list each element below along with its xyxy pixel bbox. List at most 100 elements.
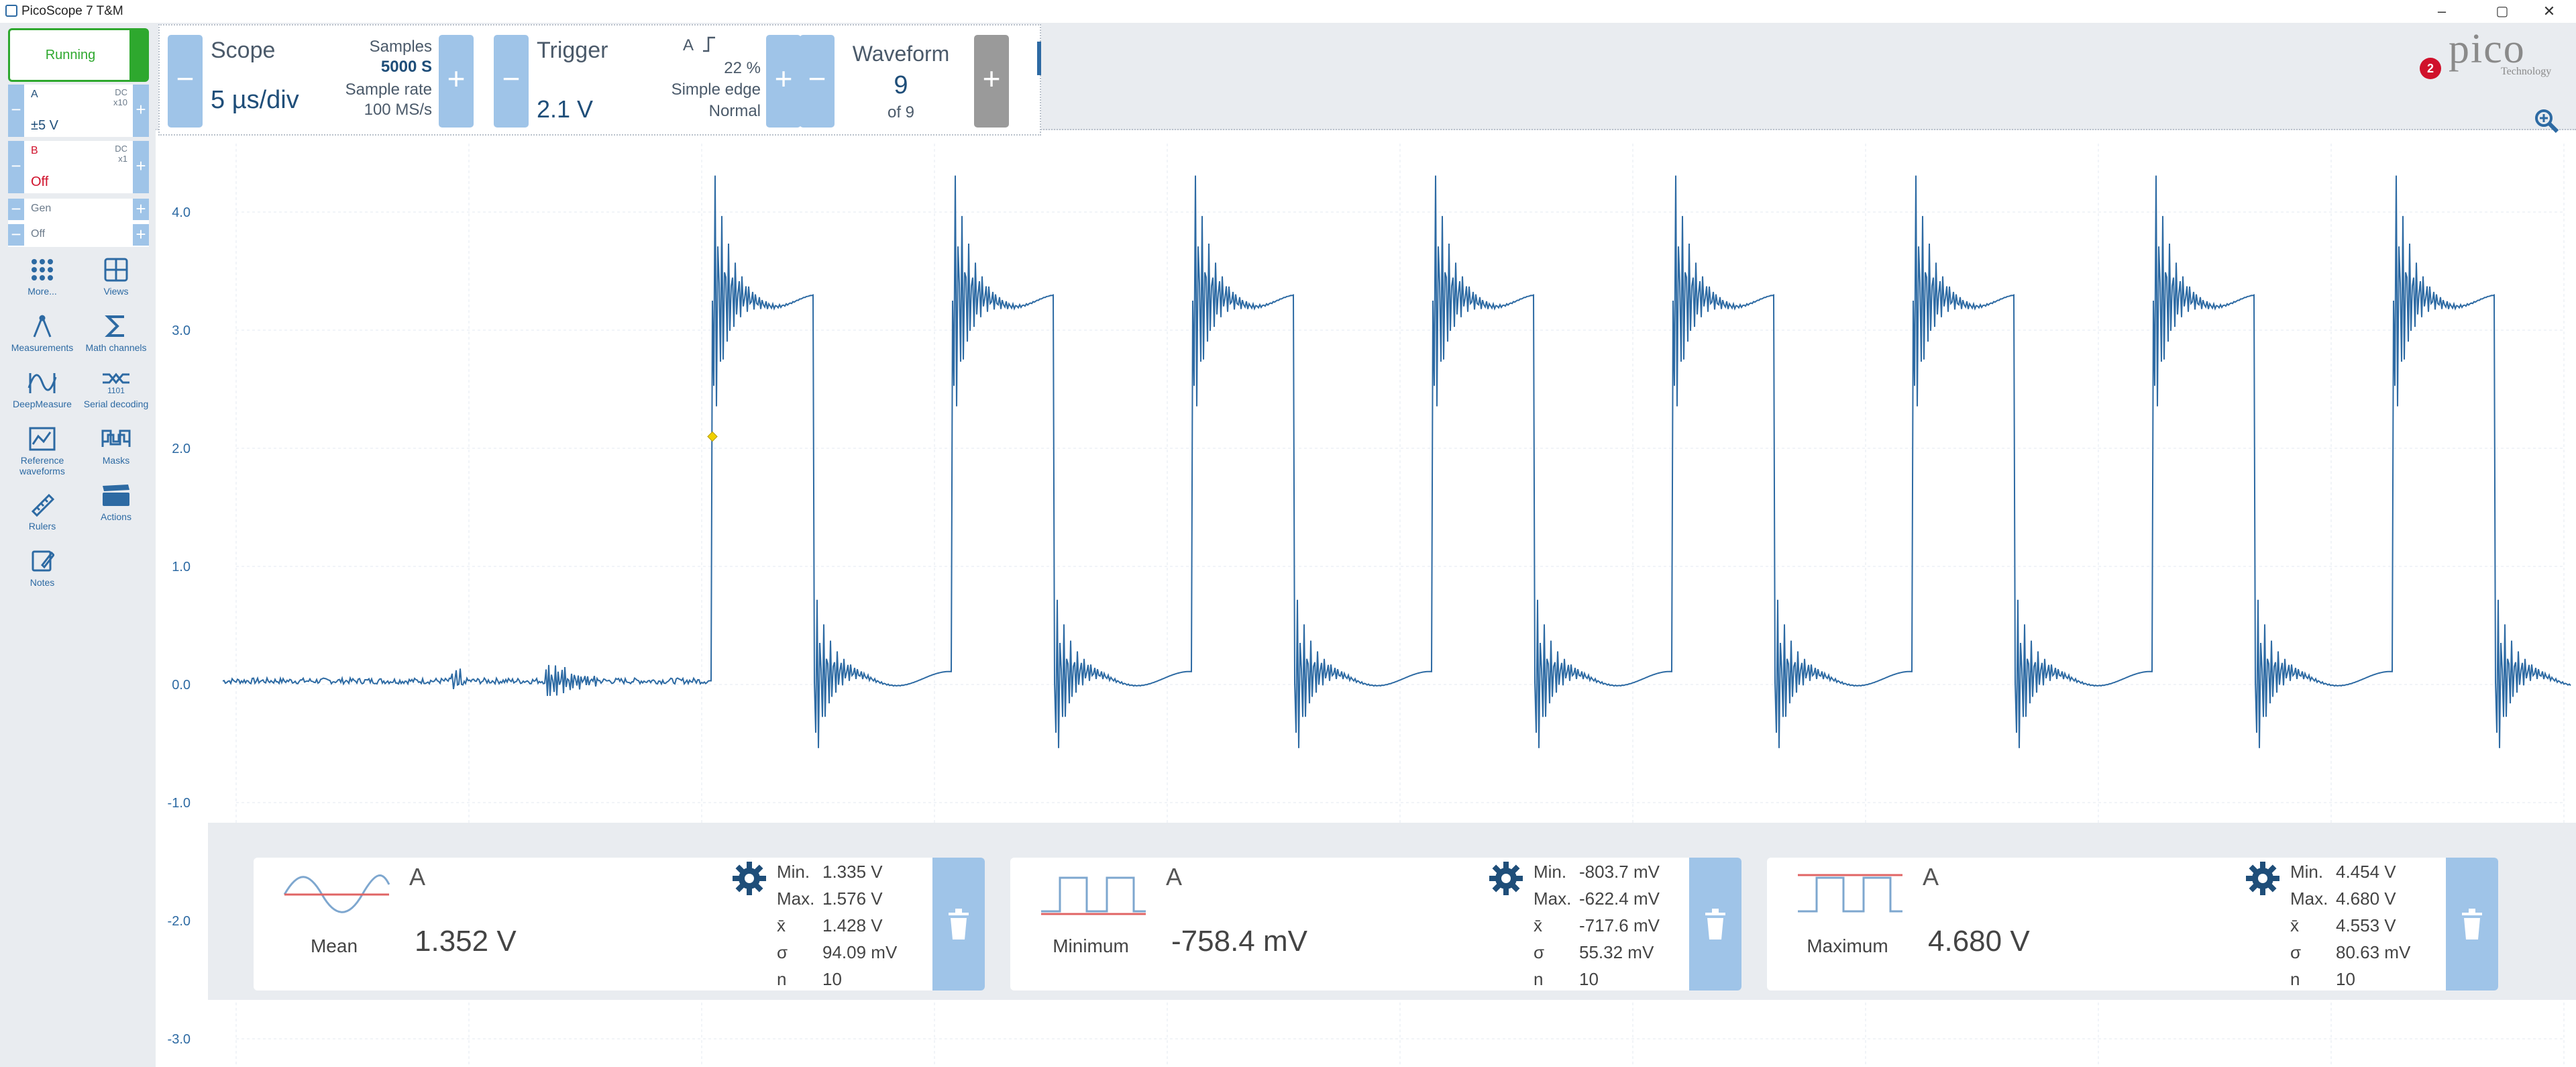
waveform-count: of 9 — [887, 103, 915, 121]
generator-state-decrease[interactable]: − — [8, 224, 24, 246]
measurement-value: 4.680 V — [1928, 925, 2030, 958]
serial-decoding-button[interactable]: 1101 Serial decoding — [79, 370, 153, 409]
channel-b-range-increase[interactable]: + — [133, 141, 149, 193]
notes-button[interactable]: Notes — [5, 549, 79, 588]
trigger-level-decrease-button[interactable]: − — [494, 35, 529, 128]
svg-text:1101: 1101 — [107, 386, 125, 395]
delete-measurement-button[interactable] — [2446, 858, 2498, 990]
generator-state-increase[interactable]: + — [133, 224, 149, 246]
channel-b-coupling: DC x1 — [115, 144, 127, 164]
measurement-type: Minimum — [1053, 935, 1129, 956]
toolbar-panel: − Scope 5 µs/div Samples 5000 S Sample r… — [158, 24, 1041, 136]
channel-a-range-increase[interactable]: + — [133, 85, 149, 137]
channel-a-name: A — [31, 89, 38, 100]
gear-icon[interactable] — [731, 860, 767, 897]
timebase-value[interactable]: 5 µs/div — [211, 86, 299, 115]
run-status-label: Running — [45, 48, 96, 62]
measurement-channel: A — [1923, 863, 1939, 891]
toolbar-scroll-indicator[interactable] — [1037, 42, 1041, 75]
y-tick-label: -2.0 — [168, 914, 191, 929]
maximize-button[interactable]: ▢ — [2482, 1, 2522, 21]
stat-n-value: 10 — [1579, 969, 1599, 989]
measurement-card-minimum[interactable]: A Minimum -758.4 mV Min. -803.7 mV Max. … — [1010, 858, 1741, 990]
timebase-decrease-button[interactable]: − — [168, 35, 203, 128]
stat-n-label: n — [2290, 969, 2300, 989]
trigger-level-value[interactable]: 2.1 V — [537, 95, 593, 123]
delete-measurement-button[interactable] — [1689, 858, 1741, 990]
reference-waveforms-button[interactable]: Reference waveforms — [5, 427, 79, 476]
actions-button[interactable]: Actions — [79, 483, 153, 522]
measurement-type: Mean — [310, 935, 358, 956]
samples-label: Samples — [369, 38, 432, 56]
channel-b-range-decrease[interactable]: − — [8, 141, 24, 193]
stat-sd-label: σ — [2290, 942, 2302, 962]
stat-min-value: -803.7 mV — [1579, 862, 1660, 882]
trigger-mode[interactable]: Normal — [643, 102, 761, 121]
mask-icon — [101, 429, 131, 447]
trigger-label: Trigger — [537, 38, 608, 63]
y-tick-label: 3.0 — [172, 323, 191, 338]
app-icon — [5, 5, 17, 17]
generator-increase[interactable]: + — [133, 199, 149, 220]
waveform-next-button[interactable]: + — [974, 35, 1009, 128]
y-tick-label: 0.0 — [172, 678, 191, 693]
rulers-button[interactable]: Rulers — [5, 493, 79, 531]
sample-rate-value: 100 MS/s — [364, 101, 432, 119]
stat-mean-label: x̄ — [777, 915, 786, 935]
measurement-value: -758.4 mV — [1171, 925, 1307, 958]
gear-icon[interactable] — [2245, 860, 2281, 897]
channel-a-coupling: DC x10 — [113, 87, 127, 107]
math-channels-button[interactable]: Math channels — [79, 314, 153, 353]
deepmeasure-button[interactable]: DeepMeasure — [5, 370, 79, 409]
y-tick-label: 1.0 — [172, 560, 191, 574]
channel-b-control[interactable]: − B DC x1 Off + — [8, 141, 149, 193]
stat-mean-label: x̄ — [2290, 915, 2299, 935]
generator-control[interactable]: − Gen + − Off + — [8, 199, 149, 247]
gear-icon[interactable] — [1488, 860, 1524, 897]
more-tools-label: More... — [28, 286, 57, 297]
stat-sd-value: 80.63 mV — [2336, 942, 2411, 962]
run-stop-button[interactable]: Running — [8, 28, 149, 82]
close-button[interactable]: ✕ — [2529, 1, 2569, 21]
stat-mean-value: 1.428 V — [822, 915, 883, 935]
sample-rate-label: Sample rate — [345, 81, 432, 99]
stat-n-value: 10 — [2336, 969, 2355, 989]
y-tick-label: 4.0 — [172, 205, 191, 220]
masks-button[interactable]: Masks — [79, 427, 153, 466]
samples-value[interactable]: 5000 S — [334, 58, 432, 77]
stat-sd-label: σ — [777, 942, 788, 962]
channel-a-coupling-mode: DC — [115, 87, 127, 97]
views-button[interactable]: Views — [79, 258, 153, 297]
channel-b-probe: x1 — [118, 154, 127, 164]
trash-icon — [2462, 909, 2482, 939]
waveform-previous-button[interactable]: − — [800, 35, 835, 128]
trigger-marker[interactable] — [707, 431, 718, 442]
sidebar: Running − A DC x10 ±5 V + − B DC x1 Off … — [0, 23, 156, 1067]
channel-a-range-decrease[interactable]: − — [8, 85, 24, 137]
measurements-button[interactable]: Measurements — [5, 314, 79, 353]
notification-badge[interactable]: 2 — [2420, 58, 2441, 79]
y-tick-label: -1.0 — [168, 796, 191, 811]
stat-mean-value: 4.553 V — [2336, 915, 2396, 935]
rising-edge-icon — [703, 36, 715, 52]
measurement-value: 1.352 V — [415, 925, 517, 958]
trigger-level-increase-button[interactable]: + — [766, 35, 801, 128]
stat-mean-label: x̄ — [1534, 915, 1542, 935]
sigma-icon — [105, 315, 124, 337]
dots-grid-icon — [32, 259, 53, 281]
delete-measurement-button[interactable] — [932, 858, 985, 990]
measurement-card-maximum[interactable]: A Maximum 4.680 V Min. 4.454 V Max. 4.68… — [1767, 858, 2498, 990]
trigger-type[interactable]: Simple edge — [643, 81, 761, 99]
minimize-button[interactable]: – — [2422, 1, 2462, 21]
channel-a-control[interactable]: − A DC x10 ±5 V + — [8, 85, 149, 137]
measurement-channel: A — [409, 863, 426, 891]
generator-decrease[interactable]: − — [8, 199, 24, 220]
timebase-increase-button[interactable]: + — [439, 35, 474, 128]
channel-b-range: Off — [31, 174, 49, 189]
generator-state: Off — [31, 228, 46, 240]
rulers-label: Rulers — [28, 521, 56, 531]
title-bar: PicoScope 7 T&M – ▢ ✕ — [0, 0, 2576, 23]
more-tools-button[interactable]: More... — [5, 258, 79, 297]
measurement-card-mean[interactable]: A Mean 1.352 V Min. 1.335 V Max. 1.576 V… — [254, 858, 985, 990]
generator-label: Gen — [31, 203, 52, 214]
